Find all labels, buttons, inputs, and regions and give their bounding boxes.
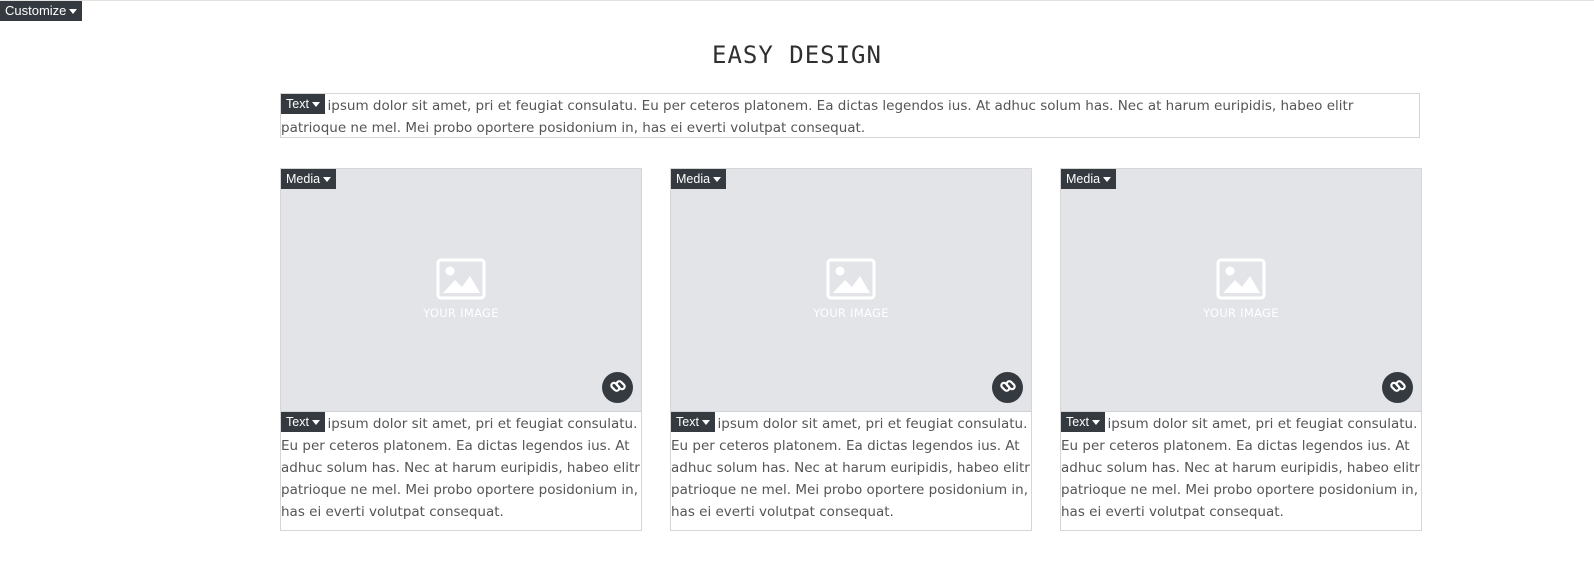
media-button-label: Media xyxy=(286,172,321,186)
caret-down-icon xyxy=(323,177,332,183)
media-button-label: Media xyxy=(676,172,711,186)
image-placeholder-icon xyxy=(671,258,1031,300)
text-dropdown-button[interactable]: Text xyxy=(671,412,715,432)
caret-down-icon xyxy=(69,9,78,15)
text-dropdown-button[interactable]: Text xyxy=(281,412,325,432)
caret-down-icon xyxy=(1091,420,1100,426)
caret-down-icon xyxy=(1103,177,1112,183)
card-paragraph[interactable]: Lorem ipsum dolor sit amet, pri et feugi… xyxy=(281,413,641,523)
text-button-label: Text xyxy=(286,415,309,429)
image-placeholder[interactable]: YOUR IMAGE xyxy=(1061,169,1421,412)
intro-text-block[interactable]: Text Lorem ipsum dolor sit amet, pri et … xyxy=(280,93,1420,138)
link-icon xyxy=(999,377,1017,399)
image-placeholder-label: YOUR IMAGE xyxy=(423,306,499,320)
image-placeholder-label: YOUR IMAGE xyxy=(1203,306,1279,320)
page-title: EASY DESIGN xyxy=(712,41,882,69)
media-dropdown-button[interactable]: Media xyxy=(1061,169,1117,189)
media-card: YOUR IMAGE Media Text Lorem ipsum dolor … xyxy=(280,168,642,531)
media-card: YOUR IMAGE Media Text Lorem ipsum dolor … xyxy=(1060,168,1422,531)
text-button-label: Text xyxy=(286,97,309,111)
text-button-label: Text xyxy=(676,415,699,429)
link-button[interactable] xyxy=(992,372,1023,403)
image-placeholder[interactable]: YOUR IMAGE xyxy=(281,169,641,412)
card-paragraph[interactable]: Lorem ipsum dolor sit amet, pri et feugi… xyxy=(1061,413,1421,523)
text-dropdown-button[interactable]: Text xyxy=(1061,412,1105,432)
caret-down-icon xyxy=(311,102,320,108)
customize-button[interactable]: Customize xyxy=(0,1,83,21)
customize-label: Customize xyxy=(5,3,67,18)
card-paragraph[interactable]: Lorem ipsum dolor sit amet, pri et feugi… xyxy=(671,413,1031,523)
media-card: YOUR IMAGE Media Text Lorem ipsum dolor … xyxy=(670,168,1032,531)
image-placeholder-icon xyxy=(281,258,641,300)
text-button-label: Text xyxy=(1066,415,1089,429)
link-icon xyxy=(1389,377,1407,399)
link-button[interactable] xyxy=(1382,372,1413,403)
text-dropdown-button[interactable]: Text xyxy=(281,94,325,114)
intro-paragraph[interactable]: Lorem ipsum dolor sit amet, pri et feugi… xyxy=(281,94,1419,139)
link-button[interactable] xyxy=(602,372,633,403)
media-dropdown-button[interactable]: Media xyxy=(671,169,727,189)
caret-down-icon xyxy=(311,420,320,426)
image-placeholder-icon xyxy=(1061,258,1421,300)
media-button-label: Media xyxy=(1066,172,1101,186)
caret-down-icon xyxy=(701,420,710,426)
image-placeholder[interactable]: YOUR IMAGE xyxy=(671,169,1031,412)
media-dropdown-button[interactable]: Media xyxy=(281,169,337,189)
caret-down-icon xyxy=(713,177,722,183)
link-icon xyxy=(609,377,627,399)
image-placeholder-label: YOUR IMAGE xyxy=(813,306,889,320)
